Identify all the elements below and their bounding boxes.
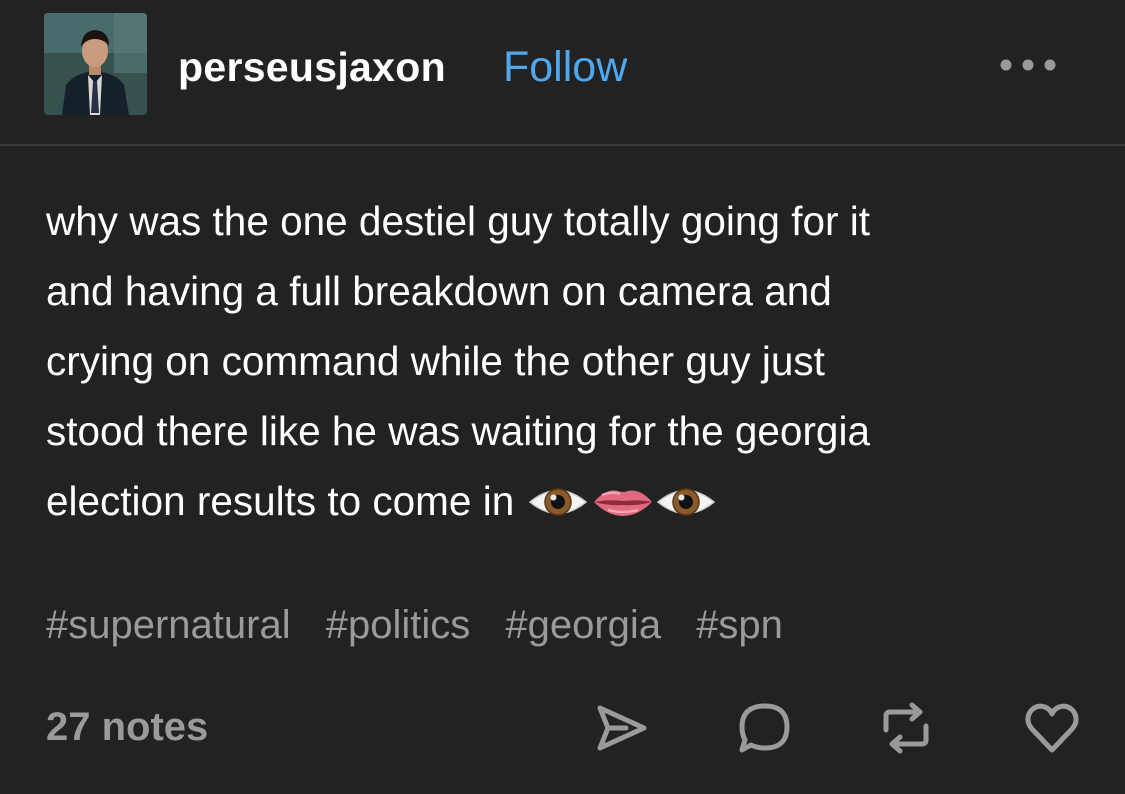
tag-list: #supernatural #politics #georgia #spn	[46, 598, 807, 652]
post-body: why was the one destiel guy totally goin…	[46, 186, 1086, 536]
tag-link[interactable]: #supernatural	[46, 598, 291, 652]
reply-icon[interactable]	[735, 698, 795, 758]
tag-link[interactable]: #politics	[326, 598, 471, 652]
mouth-emoji-icon	[594, 490, 653, 517]
eye-emoji-icon	[657, 488, 716, 517]
avatar[interactable]	[44, 13, 147, 115]
tag-link[interactable]: #georgia	[505, 598, 661, 652]
reblog-icon[interactable]	[876, 698, 936, 758]
more-horizontal-icon[interactable]	[996, 50, 1060, 80]
share-icon[interactable]	[592, 698, 652, 758]
post-body-line: why was the one destiel guy totally goin…	[46, 198, 870, 244]
post-body-line: election results to come in	[46, 478, 515, 524]
emoji-group	[528, 476, 718, 522]
tag-link[interactable]: #spn	[696, 598, 783, 652]
post-body-line-last: election results to come in	[46, 466, 1086, 536]
tumblr-post: perseusjaxon Follow why was the one dest…	[0, 0, 1125, 794]
post-body-line: crying on command while the other guy ju…	[46, 338, 825, 384]
header-divider	[0, 144, 1125, 146]
post-header: perseusjaxon Follow	[0, 0, 1125, 145]
follow-button[interactable]: Follow	[503, 44, 627, 90]
post-body-line: stood there like he was waiting for the …	[46, 408, 870, 454]
eye-emoji-icon	[529, 488, 588, 517]
post-actions	[0, 698, 1125, 758]
like-icon[interactable]	[1022, 698, 1082, 758]
post-body-line: and having a full breakdown on camera an…	[46, 268, 832, 314]
username[interactable]: perseusjaxon	[178, 44, 446, 90]
